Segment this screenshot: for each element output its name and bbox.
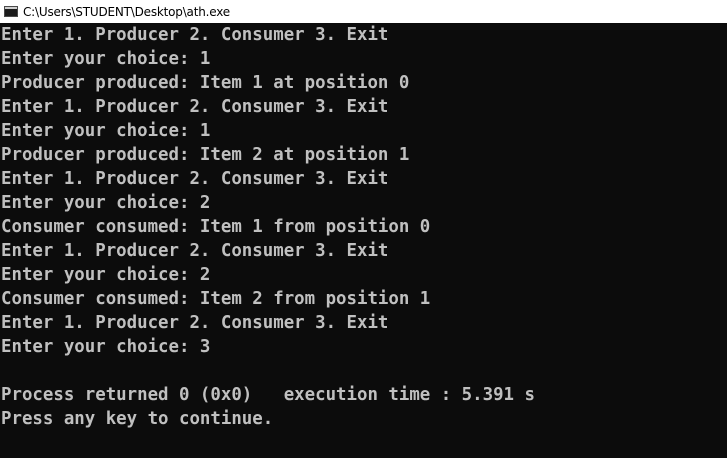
console-line: Enter your choice: 2 [1, 265, 211, 285]
console-output[interactable]: Enter 1. Producer 2. Consumer 3. Exit En… [0, 23, 727, 458]
console-line: Consumer consumed: Item 2 from position … [1, 289, 431, 309]
console-line: Enter 1. Producer 2. Consumer 3. Exit [1, 25, 389, 45]
console-window: C:\Users\STUDENT\Desktop\ath.exe Enter 1… [0, 0, 727, 458]
console-line: Enter 1. Producer 2. Consumer 3. Exit [1, 97, 389, 117]
console-line: Enter your choice: 1 [1, 121, 211, 141]
console-line: Enter 1. Producer 2. Consumer 3. Exit [1, 313, 389, 333]
console-line: Producer produced: Item 1 at position 0 [1, 73, 410, 93]
process-status-line: Process returned 0 (0x0) execution time … [1, 385, 535, 405]
console-line: Enter your choice: 2 [1, 193, 211, 213]
console-line: Enter 1. Producer 2. Consumer 3. Exit [1, 241, 389, 261]
console-app-icon [4, 6, 18, 17]
window-title: C:\Users\STUDENT\Desktop\ath.exe [23, 4, 230, 19]
console-line: Enter 1. Producer 2. Consumer 3. Exit [1, 169, 389, 189]
console-line: Enter your choice: 3 [1, 337, 211, 357]
title-bar[interactable]: C:\Users\STUDENT\Desktop\ath.exe [0, 0, 727, 23]
continue-prompt-line: Press any key to continue. [1, 409, 274, 429]
console-line: Consumer consumed: Item 1 from position … [1, 217, 431, 237]
console-line: Enter your choice: 1 [1, 49, 211, 69]
console-line: Producer produced: Item 2 at position 1 [1, 145, 410, 165]
